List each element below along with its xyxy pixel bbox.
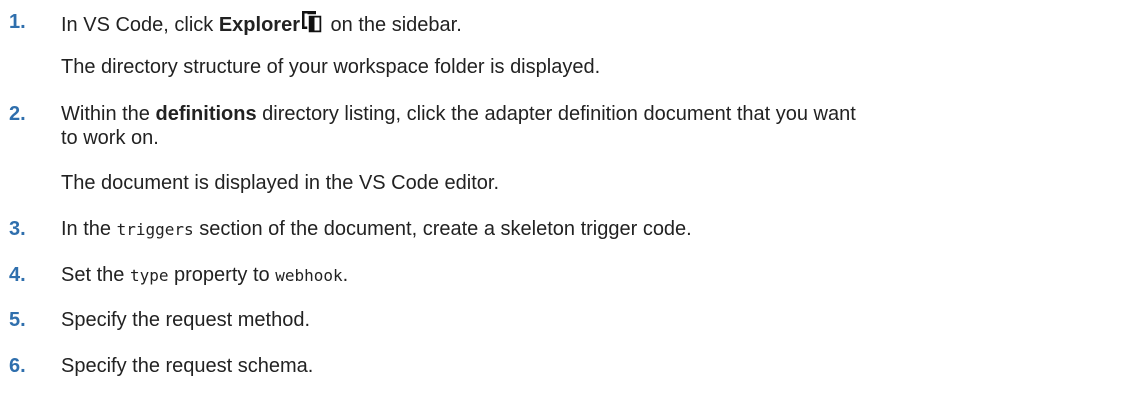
step-text: Set the type property to webhook.	[61, 263, 348, 288]
step-1-result: The directory structure of your workspac…	[61, 56, 601, 78]
step-text-after: directory listing, click the adapter def…	[256, 103, 856, 125]
step-text-before: Set the	[61, 264, 130, 286]
explorer-label: Explorer	[218, 14, 300, 36]
webhook-code: webhook	[275, 266, 343, 285]
step-text-after: section of the document, create a skelet…	[193, 218, 692, 240]
step-number: 1.	[9, 11, 26, 33]
step-number: 6.	[9, 355, 26, 377]
step-2-result: The document is displayed in the VS Code…	[61, 172, 500, 194]
step-text: Within the definitions directory listing…	[61, 102, 856, 126]
step-number: 5.	[9, 309, 26, 331]
explorer-icon	[301, 10, 323, 34]
step-text-after: .	[342, 264, 349, 286]
step-text-after: on the sidebar.	[325, 14, 462, 36]
step-text-middle: property to	[168, 264, 276, 286]
step-number: 2.	[9, 103, 26, 125]
step-text: Specify the request method.	[61, 309, 311, 331]
step-2-continuation: to work on.	[61, 127, 159, 149]
definitions-label: definitions	[155, 103, 257, 125]
step-text-before: Within the	[61, 103, 156, 125]
step-text: In the triggers section of the document,…	[61, 217, 692, 242]
triggers-code: triggers	[116, 220, 194, 239]
type-code: type	[129, 266, 169, 285]
document-page: 1. In VS Code, click Explorer on the sid…	[0, 0, 1131, 410]
step-text-before: In VS Code, click	[61, 14, 219, 36]
step-text: Specify the request schema.	[61, 355, 314, 377]
step-number: 4.	[9, 264, 26, 286]
step-number: 3.	[9, 218, 26, 240]
step-text: In VS Code, click Explorer on the sideba…	[61, 10, 462, 37]
step-text-before: In the	[61, 218, 117, 240]
